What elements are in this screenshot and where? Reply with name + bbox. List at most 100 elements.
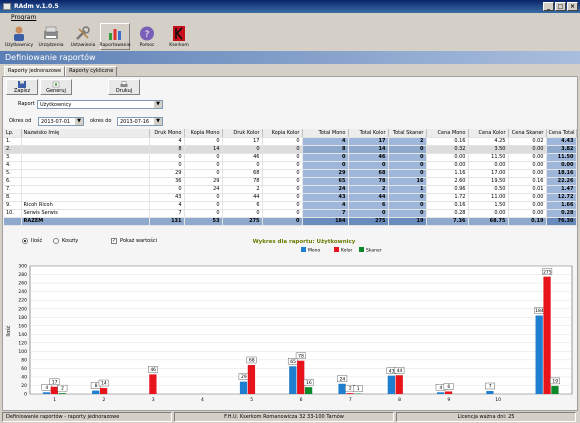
table-cell: 0.50 [468,185,509,194]
generate-button[interactable]: Generuj [40,79,72,95]
toolbar-users-button[interactable]: Użytkownicy [4,23,34,50]
table-cell: 0.00 [468,161,509,170]
data-label: 17 [52,379,58,385]
column-header[interactable]: Cena Skaner [508,129,547,138]
chart-bar [247,364,256,394]
table-row[interactable]: 6. 36 29 78 0 65 78 16 2.60 19.50 0.16 22.26 [4,177,577,186]
table-cell [4,217,22,226]
x-tick-label: 8 [398,397,401,403]
x-tick-label: 2 [102,397,105,403]
chart-bar [535,315,543,394]
table-row[interactable]: 2. 8 14 0 0 8 14 0 0.32 3.50 0.00 3.82 [4,145,577,154]
table-cell: 2. [4,145,22,154]
table-cell: 0 [262,145,303,154]
table-cell: 5. [4,169,22,178]
toolbar-settings-button[interactable]: Ustawienia [68,23,98,50]
table-cell: 46 [222,153,263,162]
tab-one-time-reports[interactable]: Raporty jednorazowe [4,66,66,76]
svg-text:?: ? [145,30,150,40]
table-row[interactable]: 4. 0 0 0 0 0 0 0 0.00 0.00 0.00 0.00 [4,161,577,170]
column-header[interactable]: Druk Kolor [222,129,263,138]
toolbar-kserkom-button[interactable]: Kserkom [164,23,194,50]
table-row[interactable]: 7. 0 24 2 0 24 2 1 0.96 0.50 0.01 1.47 [4,185,577,194]
table-cell: 2 [348,185,389,194]
table-cell: 17 [222,137,263,146]
status-bar: Definiowanie raportów - raporty jednoraz… [0,411,580,423]
table-cell: 275 [222,217,263,226]
y-tick-label: 280 [18,272,27,278]
column-header[interactable]: Total Mono [302,129,349,138]
menu-program[interactable]: Program [11,14,36,21]
column-header[interactable]: Cena Total [546,129,577,138]
toolbar-devices-button[interactable]: Urządzenia [36,23,66,50]
data-label: 4 [439,385,442,391]
table-cell: 0.00 [508,209,547,218]
column-header[interactable]: Cena Kolor [468,129,509,138]
table-total-row[interactable]: RAZEM 131 53 275 0 184 275 19 7.36 68.75 0.19 76.30 [4,217,577,226]
table-cell: 0 [262,161,303,170]
table-row[interactable]: 5. 29 0 68 0 29 68 0 1.16 17.00 0.00 18.16 [4,169,577,178]
date-to-picker[interactable]: 2013-07-16 ▼ [117,117,163,126]
table-row[interactable]: 3. 0 0 46 0 0 46 0 0.00 11.50 0.00 11.50 [4,153,577,162]
table-cell: 44 [222,193,263,202]
chart-bar [99,388,108,394]
minimize-button[interactable]: _ [543,2,554,11]
table-row[interactable]: 8. 43 0 44 0 43 44 0 1.72 11.00 0.00 12.72 [4,193,577,202]
table-cell: 65 [302,177,349,186]
table-cell: 44 [348,193,389,202]
table-cell: Serwis Serwis [21,209,150,218]
table-cell: 8 [149,145,185,154]
legend-swatch [334,247,339,252]
y-tick-label: 240 [18,289,27,295]
column-header[interactable]: Lp. [4,129,22,138]
table-cell [21,193,150,202]
maximize-button[interactable]: □ [555,2,566,11]
table-row[interactable]: 10. Serwis Serwis 7 0 0 0 7 0 0 0.28 0.00 0.00 0.28 [4,209,577,218]
date-from-picker[interactable]: 2013-07-01 ▼ [38,117,84,126]
table-cell: 7. [4,185,22,194]
data-label: 14 [101,381,107,387]
chart-bar [387,375,396,394]
table-cell: 8 [302,145,349,154]
table-cell: 0 [262,137,303,146]
chart-bar [304,387,313,394]
table-cell: 22.26 [546,177,577,186]
x-tick-label: 1 [53,397,56,403]
table-cell: 68 [348,169,389,178]
save-button[interactable]: Zapisz [6,79,38,95]
table-cell: 0 [184,193,223,202]
close-button[interactable]: × [567,2,578,11]
table-row[interactable]: 1. 4 0 17 0 4 17 2 0.16 4.25 0.02 4.43 [4,137,577,146]
tab-cyclic-reports[interactable]: Raporty cykliczne [65,66,118,76]
x-tick-label: 6 [300,397,303,403]
table-cell: 0 [262,201,303,210]
toolbar-help-button[interactable]: ? Pomoc [132,23,162,50]
printer-icon [120,81,128,87]
column-header[interactable]: Kopia Mono [184,129,223,138]
y-tick-label: 0 [24,392,27,398]
data-label: 7 [489,384,492,390]
table-cell: Ricoh Ricoh [21,201,150,210]
report-label: Raport [18,101,35,107]
data-label: 275 [543,269,552,275]
table-cell: 0.00 [426,153,469,162]
column-header[interactable]: Nazwisko Imię [21,129,150,138]
x-tick-label: 9 [447,397,450,403]
table-cell: 0.00 [508,153,547,162]
chart-title: Wykres dla raportu: Użytkownicy [253,239,356,245]
date-from-label: Okres od [9,118,32,124]
column-header[interactable]: Druk Mono [149,129,185,138]
toolbar-report-button[interactable]: Raportowanie [99,23,131,50]
column-header[interactable]: Total Kolor [348,129,389,138]
column-header[interactable]: Total Skaner [388,129,427,138]
table-cell [21,161,150,170]
report-select[interactable]: Użytkownicy ▼ [37,100,163,109]
table-row[interactable]: 9. Ricoh Ricoh 4 0 6 0 4 6 0 0.16 1.50 0.00 1.66 [4,201,577,210]
menu-bar: Program [0,13,580,23]
column-header[interactable]: Kopia Kolor [262,129,303,138]
table-cell: 0.16 [426,201,469,210]
y-tick-label: 120 [18,340,27,346]
print-button[interactable]: Drukuj [108,79,140,95]
table-cell [21,185,150,194]
column-header[interactable]: Cena Mono [426,129,469,138]
